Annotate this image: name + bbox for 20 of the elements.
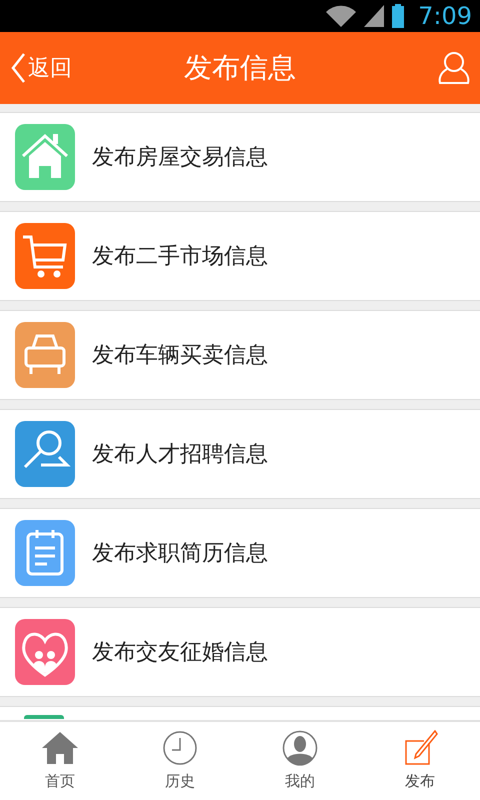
battery-icon bbox=[392, 4, 404, 28]
list-item[interactable]: 发布房屋交易信息 bbox=[0, 112, 480, 202]
wifi-icon bbox=[326, 5, 356, 27]
list-item[interactable]: 发布人才招聘信息 bbox=[0, 409, 480, 499]
page-title: 发布信息 bbox=[184, 50, 296, 86]
signal-icon bbox=[364, 5, 384, 27]
list-item[interactable]: 发布求职简历信息 bbox=[0, 508, 480, 598]
chevron-left-icon bbox=[10, 52, 26, 84]
tab[interactable]: 首页 bbox=[0, 720, 120, 800]
tab[interactable]: 历史 bbox=[120, 720, 240, 800]
home-icon bbox=[42, 730, 78, 766]
list-item[interactable]: 发布交友征婚信息 bbox=[0, 607, 480, 697]
clock-icon bbox=[162, 730, 198, 766]
person-icon bbox=[282, 730, 318, 766]
list-item[interactable]: 发布二手市场信息 bbox=[0, 211, 480, 301]
tab[interactable]: 我的 bbox=[240, 720, 360, 800]
tab[interactable]: 发布 bbox=[360, 720, 480, 800]
user-icon[interactable] bbox=[438, 51, 470, 85]
list-item[interactable]: 发布车辆买卖信息 bbox=[0, 310, 480, 400]
status-time: 7:09 bbox=[418, 4, 472, 28]
